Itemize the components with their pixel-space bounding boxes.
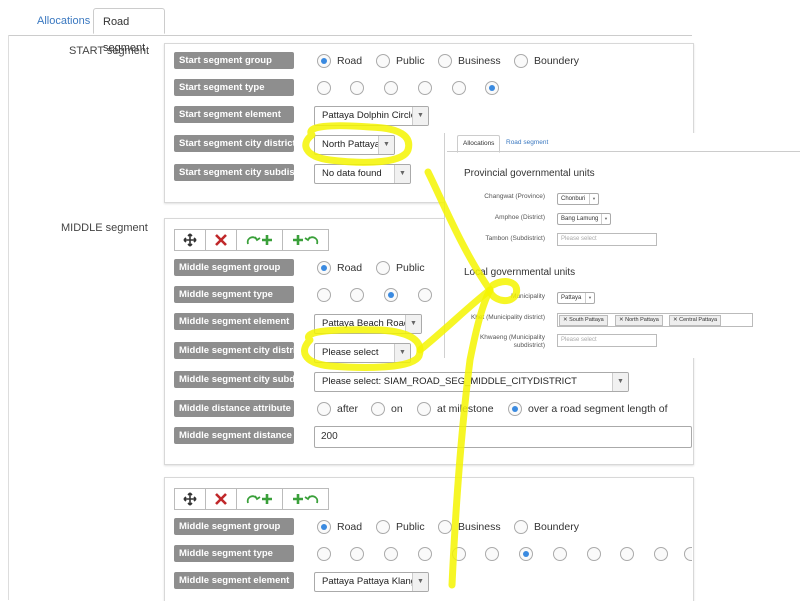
highlight-middle-district (301, 326, 424, 371)
highlight-arrow-top (424, 168, 494, 294)
highlight-municipality (486, 278, 521, 304)
highlight-start-district (302, 122, 413, 166)
highlight-arrow-bottom (448, 286, 494, 589)
highlight-annotations (301, 122, 521, 589)
